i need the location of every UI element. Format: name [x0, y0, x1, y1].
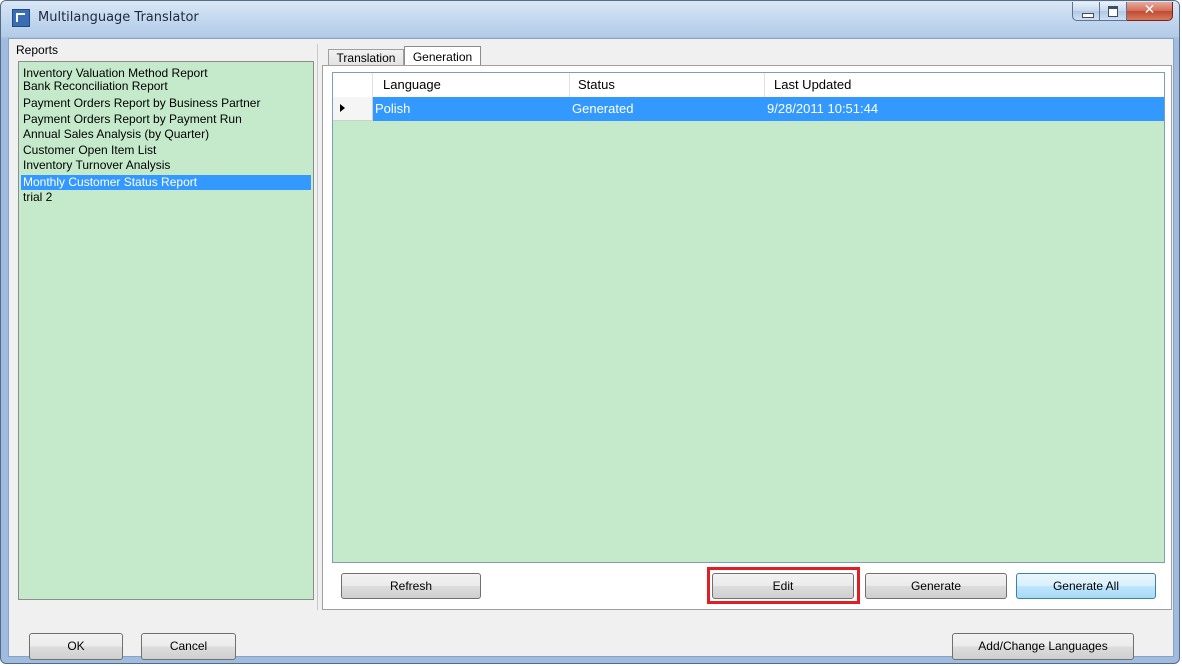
- languages-grid[interactable]: Language Status Last Updated Polish Gene…: [332, 72, 1165, 563]
- maximize-button[interactable]: [1100, 2, 1127, 21]
- report-item[interactable]: Payment Orders Report by Business Partne…: [21, 97, 311, 110]
- title-bar[interactable]: Multilanguage Translator ✕: [1, 1, 1179, 37]
- cell-language: Polish: [375, 101, 411, 116]
- report-item[interactable]: Customer Open Item List: [21, 144, 311, 157]
- row-selector-icon[interactable]: [333, 97, 373, 121]
- reports-label: Reports: [16, 43, 59, 57]
- minimize-button[interactable]: [1072, 2, 1100, 21]
- generate-all-button[interactable]: Generate All: [1016, 573, 1156, 599]
- table-row[interactable]: Polish Generated 9/28/2011 10:51:44: [373, 97, 1164, 121]
- report-item-selected[interactable]: Monthly Customer Status Report: [21, 175, 311, 190]
- cell-status: Generated: [572, 101, 634, 116]
- window-controls: ✕: [1072, 2, 1173, 23]
- ok-button[interactable]: OK: [29, 633, 123, 660]
- app-icon: [12, 9, 30, 27]
- report-item[interactable]: trial 2: [21, 191, 311, 204]
- report-item[interactable]: Annual Sales Analysis (by Quarter): [21, 128, 311, 141]
- column-header-status[interactable]: Status: [570, 73, 765, 97]
- grid-header: Language Status Last Updated: [333, 73, 1164, 98]
- generate-button[interactable]: Generate: [865, 573, 1007, 599]
- report-item[interactable]: Bank Reconciliation Report: [21, 80, 311, 93]
- add-change-languages-button[interactable]: Add/Change Languages: [952, 633, 1134, 660]
- report-item[interactable]: Inventory Turnover Analysis: [21, 159, 311, 172]
- tab-translation[interactable]: Translation: [328, 49, 404, 66]
- report-item[interactable]: Payment Orders Report by Payment Run: [21, 113, 311, 126]
- reports-list[interactable]: Inventory Valuation Method Report Bank R…: [18, 61, 314, 600]
- close-icon: ✕: [1143, 2, 1156, 18]
- edit-highlight-box: [707, 567, 860, 604]
- tab-generation[interactable]: Generation: [404, 46, 481, 66]
- refresh-button[interactable]: Refresh: [341, 573, 481, 599]
- close-button[interactable]: ✕: [1127, 2, 1173, 21]
- panel-divider[interactable]: [317, 44, 318, 610]
- column-header-language[interactable]: Language: [373, 73, 570, 97]
- column-header-last-updated[interactable]: Last Updated: [765, 73, 1164, 97]
- cancel-button[interactable]: Cancel: [141, 633, 236, 660]
- grid-corner-cell: [333, 73, 373, 97]
- cell-last-updated: 9/28/2011 10:51:44: [767, 101, 879, 116]
- window-title: Multilanguage Translator: [38, 10, 199, 25]
